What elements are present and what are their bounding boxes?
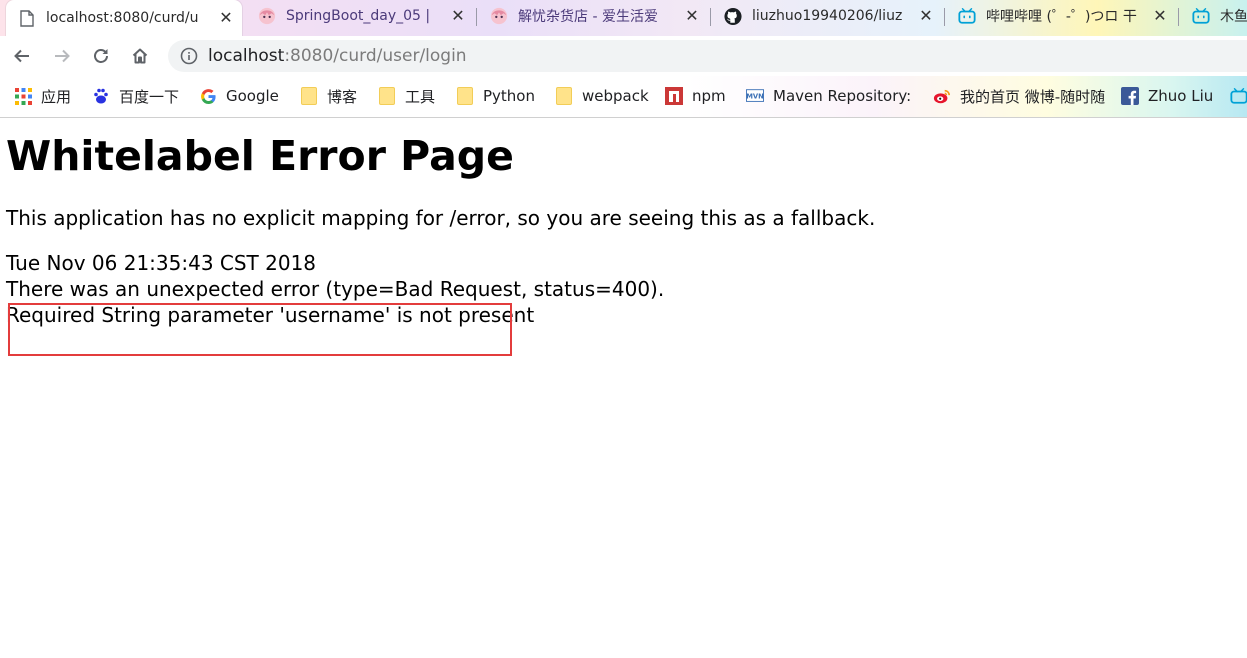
forward-arrow-icon — [55, 49, 70, 63]
close-tab-icon[interactable]: ✕ — [218, 10, 234, 26]
mvn-icon: MVN — [746, 87, 764, 105]
bookmark-label: 百度一下 — [119, 87, 180, 106]
bookmark-label: 我的首页 微博-随时随 — [960, 87, 1105, 106]
url-host: localhost — [208, 46, 285, 66]
tab-strip: localhost:8080/curd/u ✕ SpringBoot_day_0… — [0, 0, 1247, 36]
bookmark-google[interactable]: Google — [199, 86, 279, 106]
bookmarks-bar: 应用 百度一下 Google 博客 工具 Python webpack npm — [0, 76, 1247, 118]
tab-bilibili-2[interactable]: 木鱼 — [1180, 0, 1247, 32]
info-icon — [180, 47, 198, 65]
weibo-icon — [933, 87, 951, 105]
address-bar[interactable]: localhost:8080/curd/user/login — [168, 40, 1247, 72]
page-content: Whitelabel Error Page This application h… — [0, 118, 1247, 658]
home-button[interactable] — [126, 42, 154, 70]
tab-github[interactable]: liuzhuo19940206/liuz ✕ — [712, 0, 942, 32]
bookmark-facebook[interactable]: Zhuo Liu — [1121, 86, 1213, 106]
bookmark-folder-python[interactable]: Python — [456, 86, 535, 106]
back-arrow-icon — [14, 49, 29, 63]
baidu-icon — [92, 87, 110, 105]
tab-localhost[interactable]: localhost:8080/curd/u ✕ — [6, 0, 242, 36]
bookmark-weibo[interactable]: 我的首页 微博-随时随 — [933, 86, 1105, 106]
close-tab-icon[interactable]: ✕ — [450, 8, 466, 24]
bookmark-label: 工具 — [405, 87, 436, 106]
folder-icon — [555, 87, 573, 105]
reload-icon — [94, 49, 108, 63]
anime-avatar-icon — [258, 7, 276, 25]
url-text: localhost:8080/curd/user/login — [208, 46, 467, 66]
bilibili-icon — [1230, 87, 1247, 105]
bookmark-label: 应用 — [41, 87, 72, 106]
bookmark-npm[interactable]: npm — [665, 86, 726, 106]
tab-separator — [710, 8, 711, 26]
apps-grid-icon — [14, 87, 32, 105]
bookmark-folder-webpack[interactable]: webpack — [555, 86, 649, 106]
tab-separator — [944, 8, 945, 26]
close-tab-icon[interactable]: ✕ — [918, 8, 934, 24]
svg-text:MVN: MVN — [746, 93, 764, 101]
error-timestamp: Tue Nov 06 21:35:43 CST 2018 — [6, 251, 317, 275]
bookmark-folder-blog[interactable]: 博客 — [300, 86, 357, 106]
error-type-status: There was an unexpected error (type=Bad … — [6, 277, 665, 301]
browser-toolbar: localhost:8080/curd/user/login — [0, 36, 1247, 76]
page-icon — [18, 9, 36, 27]
forward-button[interactable] — [48, 42, 76, 70]
page-title: Whitelabel Error Page — [6, 132, 514, 180]
npm-icon — [665, 87, 683, 105]
fallback-message: This application has no explicit mapping… — [6, 206, 876, 230]
bilibili-icon — [1192, 7, 1210, 25]
home-icon — [132, 48, 148, 64]
tab-title: liuzhuo19940206/liuz — [752, 8, 903, 24]
close-tab-icon[interactable]: ✕ — [1152, 8, 1168, 24]
tab-blog[interactable]: 解忧杂货店 - 爱生活爱 ✕ — [478, 0, 708, 32]
url-path: :8080/curd/user/login — [284, 46, 467, 66]
bookmark-baidu[interactable]: 百度一下 — [92, 86, 179, 106]
facebook-icon — [1121, 87, 1139, 105]
bookmark-overflow[interactable] — [1230, 86, 1247, 106]
tab-separator — [476, 8, 477, 26]
bookmark-label: 博客 — [327, 87, 358, 106]
reload-button[interactable] — [87, 42, 115, 70]
tab-separator — [1178, 8, 1179, 26]
red-highlight-box — [8, 303, 512, 356]
bookmark-label: webpack — [582, 87, 649, 105]
bookmark-maven[interactable]: MVN Maven Repository: S — [746, 86, 912, 106]
tab-title: 解忧杂货店 - 爱生活爱 — [518, 9, 658, 25]
tab-springboot[interactable]: SpringBoot_day_05 | ✕ — [246, 0, 474, 32]
github-icon — [724, 7, 742, 25]
bookmark-apps[interactable]: 应用 — [14, 86, 71, 106]
folder-icon — [456, 87, 474, 105]
bookmark-label: Zhuo Liu — [1148, 87, 1214, 105]
bookmark-label: Maven Repository: S — [773, 87, 912, 105]
tab-title: 木鱼 — [1220, 9, 1247, 25]
tab-title: 哔哩哔哩 (゜-゜)つロ 干 — [986, 9, 1137, 25]
bookmark-label: Python — [483, 87, 535, 105]
back-button[interactable] — [8, 42, 36, 70]
tab-title: localhost:8080/curd/u — [46, 10, 199, 26]
bilibili-icon — [958, 7, 976, 25]
close-tab-icon[interactable]: ✕ — [684, 8, 700, 24]
tab-bilibili[interactable]: 哔哩哔哩 (゜-゜)つロ 干 ✕ — [946, 0, 1176, 32]
bookmark-label: Google — [226, 87, 279, 105]
bookmark-folder-tools[interactable]: 工具 — [378, 86, 435, 106]
bookmark-label: npm — [692, 87, 726, 105]
folder-icon — [378, 87, 396, 105]
folder-icon — [300, 87, 318, 105]
anime-avatar-icon — [490, 7, 508, 25]
google-icon — [199, 87, 217, 105]
tab-title: SpringBoot_day_05 | — [286, 8, 431, 24]
